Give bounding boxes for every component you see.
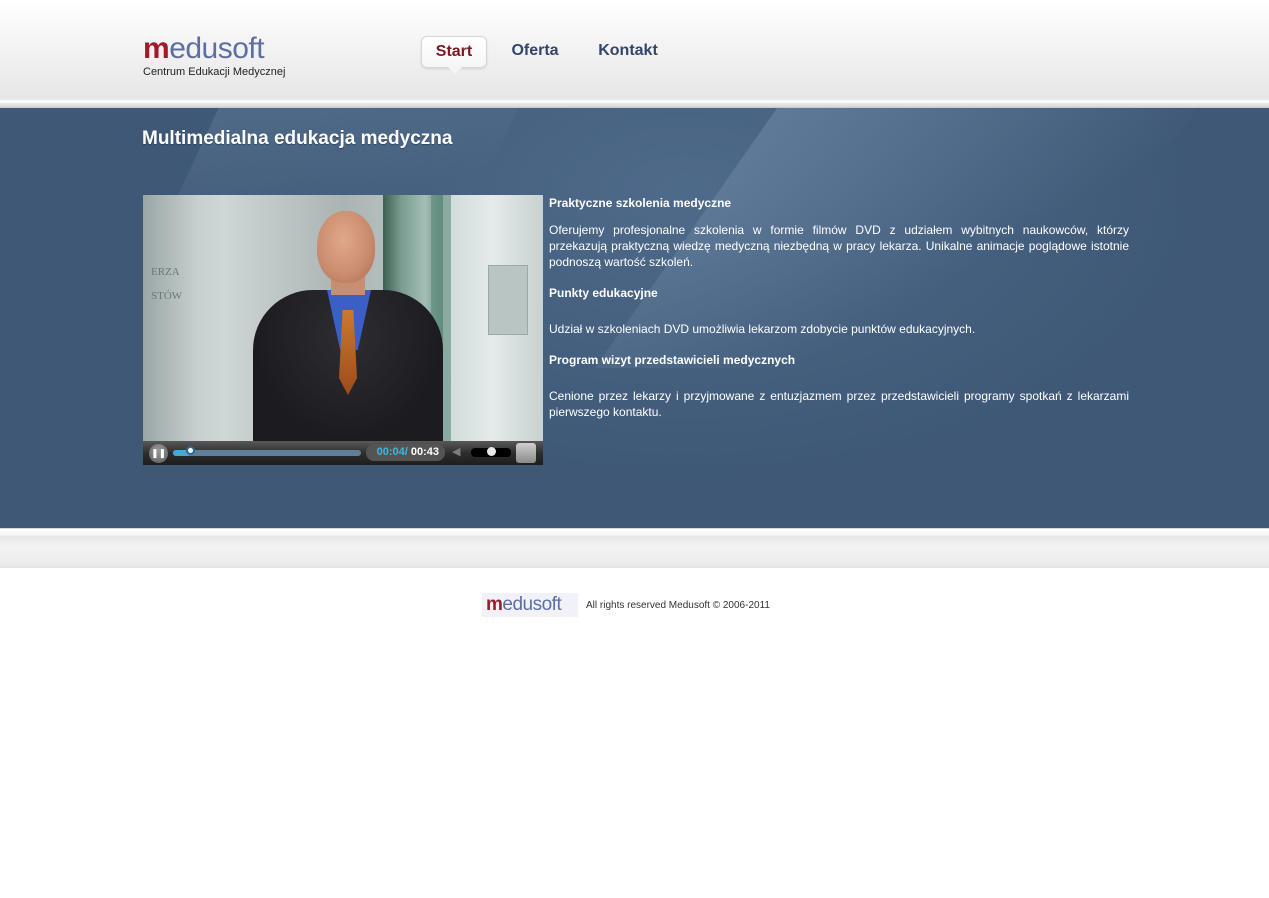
footer-logo-mark: m	[486, 594, 503, 615]
pause-icon[interactable]: ❚❚	[149, 444, 168, 463]
copyright-text: All rights reserved Medusoft © 2006-2011	[586, 600, 770, 611]
video-controls: ❚❚ 00:04/ 00:43 ◀	[143, 441, 543, 465]
lower-stripe	[0, 528, 1269, 568]
current-time: 00:04	[376, 446, 405, 458]
video-wall-sign	[488, 265, 528, 335]
site-header: medusoft Centrum Edukacji Medycznej Star…	[0, 0, 1269, 108]
time-display: 00:04/ 00:43	[366, 444, 445, 461]
header-shine	[0, 100, 1269, 103]
nav-kontakt[interactable]: Kontakt	[593, 36, 663, 68]
section-body-points: Udział w szkoleniach DVD umożliwia lekar…	[549, 322, 976, 336]
video-frame[interactable]: ERZA STÓW	[143, 195, 543, 441]
video-player[interactable]: ERZA STÓW ❚❚ 00:04/ 00:43 ◀	[143, 195, 543, 465]
footer-logo-rest: edusoft	[502, 594, 562, 615]
logo-subtitle: Centrum Edukacji Medycznej	[143, 66, 286, 78]
time-separator: /	[404, 446, 408, 458]
nav-oferta[interactable]: Oferta	[507, 36, 563, 68]
video-bg-text-2: STÓW	[151, 290, 183, 302]
total-time: 00:43	[410, 446, 439, 458]
progress-track[interactable]	[173, 450, 361, 456]
nav-start[interactable]: Start	[421, 36, 487, 74]
presenter-head	[317, 211, 375, 283]
footer-logo[interactable]: medusoft	[482, 593, 578, 617]
content-column: Praktyczne szkolenia medyczne Oferujemy …	[549, 195, 1129, 435]
fullscreen-icon[interactable]	[516, 443, 536, 463]
volume-slider[interactable]	[471, 447, 511, 457]
main-band: Multimedialna edukacja medyczna ERZA STÓ…	[0, 108, 1269, 528]
logo-mark: m	[143, 32, 170, 65]
logo-word-rest: edusoft	[169, 32, 265, 65]
site-logo[interactable]: medusoft Centrum Edukacji Medycznej	[143, 34, 293, 90]
section-body-training: Oferujemy profesjonalne szkolenia w form…	[549, 223, 1129, 269]
video-left-door	[143, 195, 198, 441]
section-heading-program: Program wizyt przedstawicieli medycznych	[549, 353, 796, 367]
video-bg-text: ERZA STÓW	[151, 260, 182, 308]
page-title: Multimedialna edukacja medyczna	[142, 128, 453, 149]
section-heading-points: Punkty edukacyjne	[549, 286, 658, 300]
video-bg-text-1: ERZA	[151, 266, 180, 278]
speaker-icon[interactable]: ◀	[452, 445, 460, 458]
section-body-program: Cenione przez lekarzy i przyjmowane z en…	[549, 389, 1129, 419]
volume-handle[interactable]	[487, 447, 496, 456]
logo-wordmark: medusoft	[143, 34, 293, 64]
section-heading-training: Praktyczne szkolenia medyczne	[549, 196, 732, 210]
site-footer: medusoft All rights reserved Medusoft © …	[482, 593, 802, 617]
